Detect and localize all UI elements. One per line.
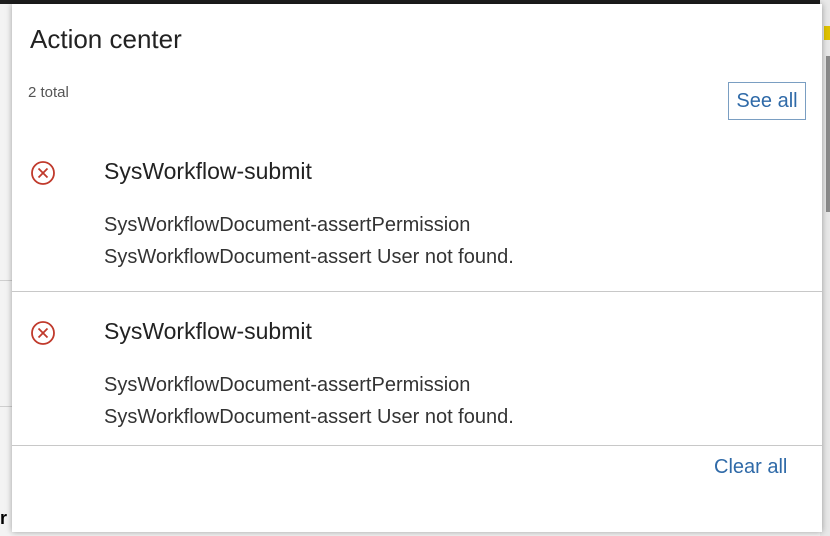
clear-all-link[interactable]: Clear all xyxy=(714,456,787,479)
notification-item[interactable]: SysWorkflow-submit SysWorkflowDocument-a… xyxy=(12,144,822,292)
error-circle-icon xyxy=(31,321,55,345)
notification-item[interactable]: SysWorkflow-submit SysWorkflowDocument-a… xyxy=(12,304,822,446)
notification-message: SysWorkflowDocument-assert User not foun… xyxy=(104,246,514,268)
notification-title: SysWorkflow-submit xyxy=(104,158,312,184)
error-circle-icon xyxy=(31,161,55,185)
notification-title: SysWorkflow-submit xyxy=(104,318,312,344)
notification-message: SysWorkflowDocument-assertPermission xyxy=(104,214,471,236)
notification-message: SysWorkflowDocument-assertPermission xyxy=(104,374,471,396)
background-text-fragment: r xyxy=(0,508,8,528)
background-divider xyxy=(0,280,12,281)
see-all-button[interactable]: See all xyxy=(728,82,806,120)
panel-title: Action center xyxy=(30,24,182,54)
background-divider xyxy=(0,406,12,407)
notification-count: 2 total xyxy=(28,84,69,101)
action-center-panel: Action center 2 total See all SysWorkflo… xyxy=(12,4,822,532)
background-scrollbar xyxy=(826,56,830,212)
background-highlight xyxy=(824,26,830,40)
notification-message: SysWorkflowDocument-assert User not foun… xyxy=(104,406,514,428)
